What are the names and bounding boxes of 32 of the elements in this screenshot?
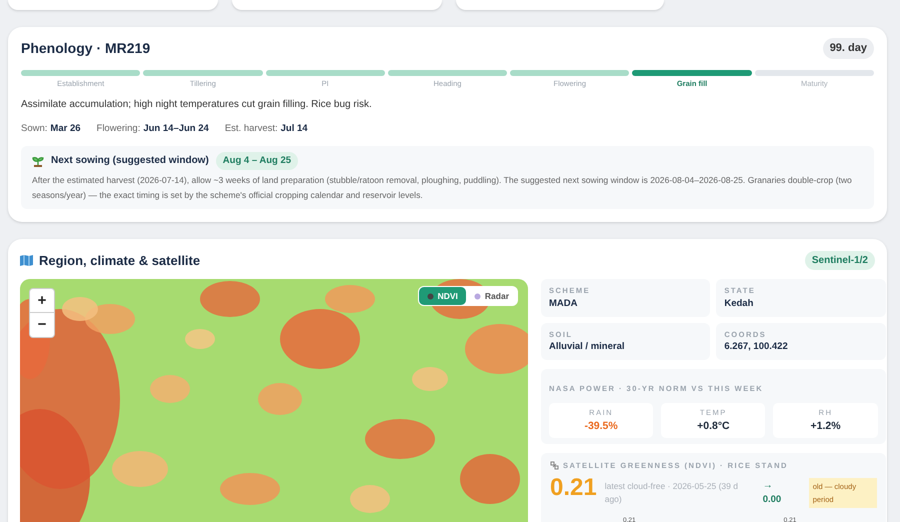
date-label: Sown: bbox=[21, 122, 48, 136]
ndvi-caption: latest cloud-free · 2026-05-25 (39 d ago) bbox=[604, 480, 739, 506]
fact-value: Kedah bbox=[724, 296, 754, 310]
ndvi-value: 0.21 bbox=[550, 474, 597, 502]
seedling-icon bbox=[32, 154, 44, 167]
next-sowing-title: Next sowing (suggested window) bbox=[51, 154, 209, 168]
day-badge: 99. day bbox=[822, 38, 874, 59]
stage-description: Assimilate accumulation; high night temperatures cut grain filling. Rice bug risk. bbox=[21, 98, 373, 112]
sowing-window-badge: Aug 4 – Aug 25 bbox=[216, 152, 298, 170]
zoom-out-button[interactable]: − bbox=[30, 313, 54, 338]
date-value: Jun 14–Jun 24 bbox=[143, 122, 209, 136]
trend-value: 0.00 bbox=[762, 492, 782, 506]
fact-value: Alluvial / mineral bbox=[549, 340, 626, 354]
card-title: Region, climate & satellite bbox=[39, 252, 200, 270]
date-label: Flowering: bbox=[96, 122, 140, 136]
date-value: Mar 26 bbox=[50, 122, 81, 136]
date-value: Jul 14 bbox=[280, 122, 308, 136]
zoom-in-button[interactable]: + bbox=[30, 289, 54, 314]
fact-value: 6.267, 100.422 bbox=[724, 340, 789, 354]
layer-icon bbox=[474, 292, 481, 300]
climate-value: -39.5% bbox=[584, 418, 618, 434]
date-label: Est. harvest: bbox=[224, 122, 278, 136]
trend-arrow: → bbox=[762, 478, 774, 492]
layer-icon bbox=[426, 292, 434, 300]
fact-value: MADA bbox=[549, 296, 578, 310]
layer-tab[interactable]: NDVI bbox=[418, 287, 466, 306]
source-badge: Sentinel-1/2 bbox=[804, 251, 875, 270]
climate-value: +1.2% bbox=[810, 418, 841, 434]
card-title: Phenology · MR219 bbox=[21, 39, 150, 58]
climate-value: +0.8°C bbox=[697, 418, 730, 434]
map-icon bbox=[20, 255, 33, 266]
next-sowing-text: After the estimated harvest (2026-07-14), allow ~3 weeks of land preparation (stubble/ratoon removal, ploughing, puddling). The suggested next sowing window is 2026-08-04–2026-08-25. Granaries double-crop (two seasons/year) — the exact timing is set by the scheme's official cropping calendar and reservoir levels. bbox=[32, 174, 853, 202]
